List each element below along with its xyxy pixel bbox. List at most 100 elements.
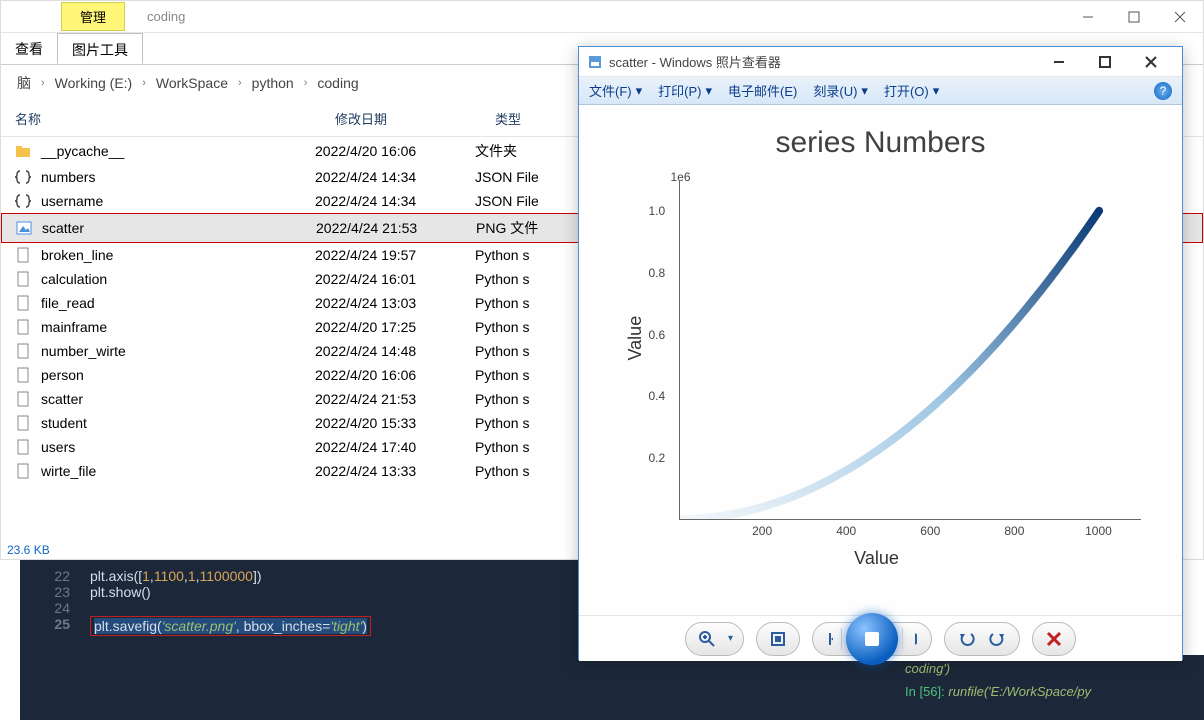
menu-open[interactable]: 打开(O) ▾: [884, 81, 939, 100]
fit-to-window-icon: [767, 628, 789, 650]
line-number: 24: [20, 600, 90, 616]
file-icon: [15, 169, 35, 185]
chevron-down-icon: ▾: [636, 83, 643, 99]
breadcrumb-part[interactable]: Working (E:): [49, 73, 139, 93]
chevron-right-icon: ›: [238, 77, 242, 89]
file-date: 2022/4/20 16:06: [315, 143, 475, 159]
console-prompt: In [56]:: [905, 684, 945, 699]
nav-control: [812, 622, 932, 656]
plot-area: [679, 180, 1141, 520]
menu-file[interactable]: 文件(F) ▾: [589, 81, 642, 100]
col-date[interactable]: 修改日期: [335, 109, 495, 128]
y-tick-label: 0.4: [649, 389, 666, 403]
menu-burn[interactable]: 刻录(U) ▾: [813, 81, 868, 100]
file-icon: [15, 247, 35, 263]
file-date: 2022/4/20 17:25: [315, 319, 475, 335]
breadcrumb-part[interactable]: python: [246, 73, 300, 93]
chevron-down-icon: ▾: [861, 83, 868, 99]
file-date: 2022/4/24 19:57: [315, 247, 475, 263]
console-output[interactable]: coding') In [56]: runfile('E:/WorkSpace/…: [895, 655, 1204, 720]
rotate-left-button[interactable]: [955, 628, 977, 650]
file-name: __pycache__: [41, 143, 124, 159]
chart-title: series Numbers: [601, 126, 1161, 160]
file-name: numbers: [41, 169, 95, 185]
y-tick-label: 0.6: [649, 328, 666, 342]
file-name: scatter: [42, 220, 84, 236]
file-date: 2022/4/24 16:01: [315, 271, 475, 287]
file-date: 2022/4/24 13:03: [315, 295, 475, 311]
next-image-button[interactable]: [903, 628, 925, 650]
photoviewer-menubar: 文件(F) ▾ 打印(P) ▾ 电子邮件(E) 刻录(U) ▾ 打开(O) ▾ …: [579, 77, 1182, 105]
file-icon: [15, 143, 35, 159]
breadcrumb-part[interactable]: coding: [311, 73, 364, 93]
file-icon: [15, 343, 35, 359]
file-date: 2022/4/24 21:53: [315, 391, 475, 407]
file-icon: [16, 220, 36, 236]
maximize-button[interactable]: [1111, 2, 1157, 32]
zoom-icon[interactable]: [696, 628, 718, 650]
rotate-control: [944, 622, 1020, 656]
ribbon-tab-view[interactable]: 查看: [1, 33, 57, 64]
x-tick-label: 600: [920, 524, 940, 538]
help-icon[interactable]: ?: [1154, 82, 1172, 100]
photoviewer-title: scatter - Windows 照片查看器: [609, 52, 1036, 71]
file-name: person: [41, 367, 84, 383]
file-type: Python s: [475, 271, 595, 287]
x-tick-label: 1000: [1085, 524, 1112, 538]
x-tick-label: 400: [836, 524, 856, 538]
x-axis-label: Value: [854, 548, 899, 569]
x-tick-label: 200: [752, 524, 772, 538]
file-icon: [15, 391, 35, 407]
file-name: mainframe: [41, 319, 107, 335]
file-icon: [15, 319, 35, 335]
ribbon-tab-image-tools[interactable]: 图片工具: [57, 33, 143, 64]
file-date: 2022/4/24 14:34: [315, 193, 475, 209]
chevron-right-icon: ›: [41, 77, 45, 89]
file-name: student: [41, 415, 87, 431]
col-name[interactable]: 名称: [15, 109, 335, 128]
image-display-area: series Numbers 1e6 Value Value 0.20.40.6: [579, 105, 1182, 615]
maximize-button[interactable]: [1082, 47, 1128, 77]
photoviewer-toolbar: ▾: [579, 615, 1182, 661]
breadcrumb-part[interactable]: 脑: [11, 71, 37, 95]
close-button[interactable]: [1128, 47, 1174, 77]
chevron-down-icon[interactable]: ▾: [728, 633, 733, 644]
statusbar-size: 23.6 KB: [1, 541, 56, 559]
breadcrumb-part[interactable]: WorkSpace: [150, 73, 234, 93]
chevron-right-icon: ›: [304, 77, 308, 89]
file-name: calculation: [41, 271, 107, 287]
file-name: scatter: [41, 391, 83, 407]
file-name: username: [41, 193, 103, 209]
file-icon: [15, 193, 35, 209]
fit-control[interactable]: [756, 622, 800, 656]
line-number: 25: [20, 616, 90, 636]
slideshow-button[interactable]: [846, 613, 898, 665]
explorer-titlebar: 管理 coding: [1, 1, 1203, 33]
file-date: 2022/4/24 14:34: [315, 169, 475, 185]
photoviewer-titlebar[interactable]: scatter - Windows 照片查看器: [579, 47, 1182, 77]
minimize-button[interactable]: [1036, 47, 1082, 77]
close-button[interactable]: [1157, 2, 1203, 32]
file-date: 2022/4/20 15:33: [315, 415, 475, 431]
console-text: runfile('E:/WorkSpace/py: [948, 684, 1091, 699]
code-line-highlighted: plt.savefig('scatter.png', bbox_inches='…: [90, 616, 371, 636]
line-number: 22: [20, 568, 90, 584]
file-icon: [15, 295, 35, 311]
line-number: 23: [20, 584, 90, 600]
file-icon: [15, 439, 35, 455]
delete-control[interactable]: [1032, 622, 1076, 656]
minimize-button[interactable]: [1065, 2, 1111, 32]
file-type: 文件夹: [475, 141, 595, 161]
file-type: Python s: [475, 415, 595, 431]
previous-image-button[interactable]: [819, 628, 841, 650]
code-line: plt.show(): [90, 584, 151, 600]
menu-email[interactable]: 电子邮件(E): [728, 81, 797, 100]
y-axis-label: Value: [624, 316, 645, 361]
file-type: Python s: [475, 247, 595, 263]
app-icon: [587, 54, 603, 70]
ribbon-tab-context[interactable]: 管理: [61, 2, 125, 31]
menu-print[interactable]: 打印(P) ▾: [658, 81, 712, 100]
delete-icon: [1043, 628, 1065, 650]
window-title: coding: [131, 5, 201, 28]
rotate-right-button[interactable]: [987, 628, 1009, 650]
